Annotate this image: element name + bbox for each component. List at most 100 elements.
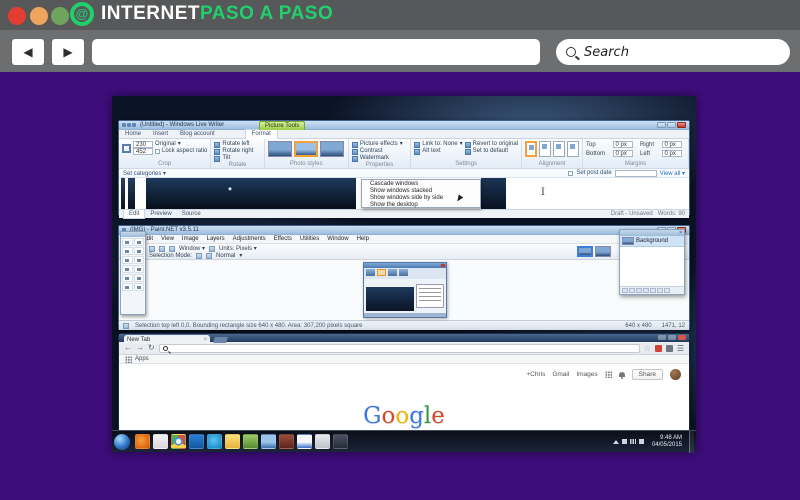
show-desktop-button[interactable] xyxy=(689,430,694,453)
back-button[interactable]: ◀ xyxy=(12,39,44,65)
menu-image[interactable]: Image xyxy=(182,236,199,242)
extension-icon-red[interactable] xyxy=(654,344,662,352)
margin-left-spinner[interactable]: 0 px xyxy=(661,150,682,157)
search-box[interactable]: Search xyxy=(556,39,790,65)
chrome-reload-icon[interactable]: ↻ xyxy=(148,343,155,353)
apps-shortcut[interactable]: Apps xyxy=(135,356,149,362)
rotate-left-button[interactable]: Rotate left xyxy=(214,141,260,148)
menu-window[interactable]: Window xyxy=(327,236,348,242)
network-icon[interactable] xyxy=(629,439,636,444)
add-layer-icon[interactable] xyxy=(622,288,628,293)
traffic-light-green-icon[interactable] xyxy=(51,7,69,25)
taskbar-app-icon[interactable] xyxy=(279,434,294,449)
window-dropdown[interactable]: Window ▾ xyxy=(179,245,205,252)
quick-access-toolbar[interactable] xyxy=(122,123,136,127)
move-layer-down-icon[interactable] xyxy=(657,288,663,293)
chrome-forward-icon[interactable]: → xyxy=(136,343,144,353)
save-icon[interactable] xyxy=(169,245,175,252)
taskbar-app-outlook-icon[interactable] xyxy=(189,434,204,449)
open-image-thumbnail-active[interactable] xyxy=(577,246,593,257)
watermark-button[interactable]: Watermark xyxy=(351,155,407,162)
lasso-tool[interactable] xyxy=(122,247,133,255)
taskbar-app-icon[interactable] xyxy=(207,434,222,449)
layer-properties-icon[interactable] xyxy=(664,288,670,293)
menu-view[interactable]: View xyxy=(161,236,174,242)
margin-top-spinner[interactable]: 0 px xyxy=(612,141,633,148)
taskbar-app-icon[interactable] xyxy=(333,434,348,449)
taskbar-app-icon[interactable] xyxy=(243,434,258,449)
taskbar-app-firefox-icon[interactable] xyxy=(135,434,150,449)
text-tool[interactable] xyxy=(122,283,133,291)
google-apps-grid-icon[interactable] xyxy=(604,371,612,378)
start-button[interactable] xyxy=(114,433,130,450)
taskbar-photo-viewer-icon[interactable] xyxy=(261,434,276,449)
eraser-tool[interactable] xyxy=(133,265,144,273)
original-dropdown[interactable]: Original ▾ xyxy=(155,141,207,148)
picture-effects-button[interactable]: Picture effects ▾ xyxy=(351,141,407,148)
tools-palette[interactable] xyxy=(120,231,146,315)
writer-tab-edit[interactable]: Edit xyxy=(123,209,146,219)
taskbar-document-app-icon[interactable] xyxy=(297,434,312,449)
contrast-button[interactable]: Contrast xyxy=(351,148,407,155)
paint-window[interactable]: (IMG) - Paint.NET v3.5.11 File Edit View… xyxy=(118,225,690,330)
layers-palette[interactable]: × Background xyxy=(619,229,685,295)
menu-item-show-windows-stacked[interactable]: Show windows stacked xyxy=(362,188,480,195)
tab-insert[interactable]: Insert xyxy=(147,130,174,139)
gmail-link[interactable]: Gmail xyxy=(552,371,569,378)
crop-height-spinner[interactable]: 452 xyxy=(133,148,153,155)
set-post-date-checkbox[interactable] xyxy=(568,170,574,176)
menu-item-show-the-desktop[interactable]: Show the desktop xyxy=(362,202,480,209)
move-layer-up-icon[interactable] xyxy=(650,288,656,293)
alignment-option[interactable] xyxy=(539,141,552,157)
extension-icon[interactable] xyxy=(665,344,673,352)
chrome-window-controls[interactable] xyxy=(658,335,686,340)
writer-tab-preview[interactable]: Preview xyxy=(145,210,176,218)
alignment-option-selected[interactable] xyxy=(525,141,538,157)
selection-replace-icon[interactable] xyxy=(196,252,203,259)
traffic-light-orange-icon[interactable] xyxy=(30,7,48,25)
paint-bucket-tool[interactable] xyxy=(122,256,133,264)
contextual-tab-picture-tools[interactable]: Picture Tools xyxy=(259,121,306,130)
writer-window[interactable]: (Untitled) - Windows Live Writer Picture… xyxy=(118,120,690,219)
tab-close-icon[interactable]: × xyxy=(203,337,207,343)
paint-canvas-area[interactable] xyxy=(119,260,689,320)
new-tab-button[interactable] xyxy=(213,337,228,343)
tab-home[interactable]: Home xyxy=(119,130,147,139)
layer-row-background[interactable]: Background xyxy=(620,236,684,247)
traffic-light-red-icon[interactable] xyxy=(8,7,26,25)
set-default-button[interactable]: Set to default xyxy=(464,148,518,155)
link-to-dropdown[interactable]: Link to: None ▾ xyxy=(414,141,463,148)
grid-toggle-icon[interactable] xyxy=(209,245,216,252)
images-link[interactable]: Images xyxy=(576,371,597,378)
writer-editing-area[interactable]: Cascade windows Show windows stacked Sho… xyxy=(119,178,689,209)
pencil-tool[interactable] xyxy=(122,274,133,282)
menu-item-cascade-windows[interactable]: Cascade windows xyxy=(362,181,480,188)
paintbrush-tool[interactable] xyxy=(122,265,133,273)
taskbar-app-chrome-icon[interactable] xyxy=(171,434,186,449)
share-button[interactable]: Share xyxy=(631,369,663,380)
taskbar-explorer-icon[interactable] xyxy=(225,434,240,449)
delete-layer-icon[interactable] xyxy=(629,288,635,293)
browser-tab-new-tab[interactable]: New Tab × xyxy=(124,335,210,344)
notifications-bell-icon[interactable] xyxy=(618,372,625,379)
chrome-window[interactable]: New Tab × ← → ↻ ☆ ☰ Apps +Chris Gmail Im… xyxy=(118,333,690,430)
rotate-right-button[interactable]: Rotate right xyxy=(214,148,260,155)
margin-bottom-spinner[interactable]: 0 px xyxy=(612,150,633,157)
chrome-frame-top[interactable]: New Tab × xyxy=(119,334,689,344)
color-picker-tool[interactable] xyxy=(133,274,144,282)
selection-add-icon[interactable] xyxy=(206,252,213,259)
photo-style-thumbnail[interactable] xyxy=(319,141,344,157)
duplicate-layer-icon[interactable] xyxy=(636,288,642,293)
new-file-icon[interactable] xyxy=(149,245,155,252)
menu-utilities[interactable]: Utilities xyxy=(300,236,319,242)
chrome-back-icon[interactable]: ← xyxy=(124,343,132,353)
address-bar[interactable] xyxy=(92,39,540,65)
forward-button[interactable]: ▶ xyxy=(52,39,84,65)
taskbar-clock[interactable]: 9:48 AM 04/05/2015 xyxy=(652,435,682,449)
view-all-link[interactable]: View all ▾ xyxy=(660,170,685,177)
profile-avatar[interactable] xyxy=(670,369,681,380)
volume-icon[interactable] xyxy=(638,439,644,444)
alignment-option[interactable] xyxy=(553,141,566,157)
lock-aspect-checkbox[interactable]: Lock aspect ratio xyxy=(155,148,207,155)
crop-width-spinner[interactable]: 230 xyxy=(133,141,153,148)
